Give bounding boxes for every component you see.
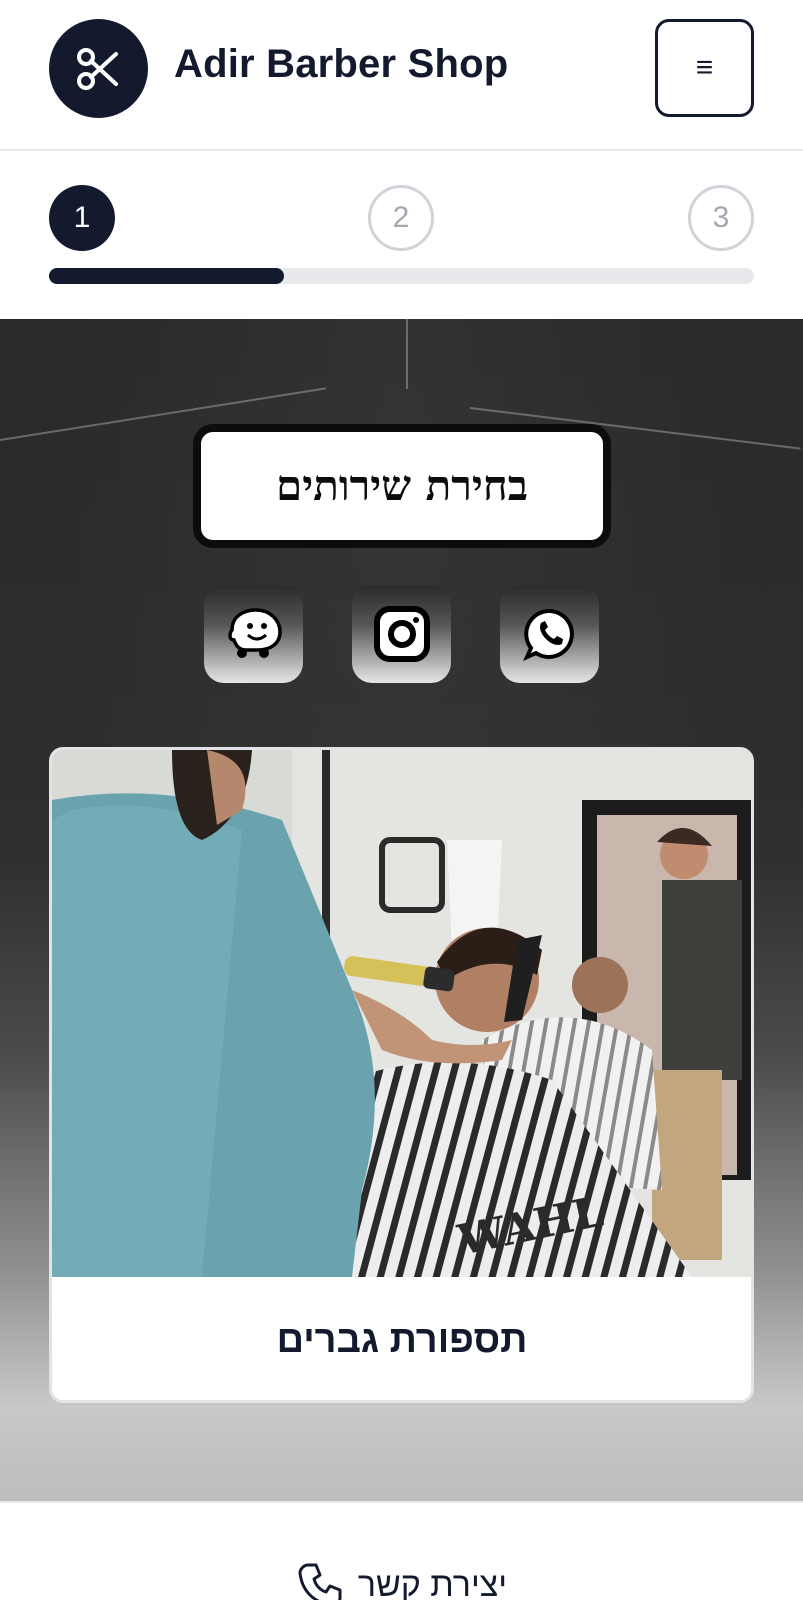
waze-icon	[227, 608, 282, 658]
logo[interactable]	[49, 19, 148, 118]
waze-button[interactable]	[204, 585, 303, 683]
progress-fill	[49, 268, 284, 284]
menu-button[interactable]: ≡	[655, 19, 754, 117]
service-label: תספורת גברים	[276, 1318, 528, 1361]
phone-icon	[298, 1563, 342, 1600]
service-photo: WAHL	[52, 750, 751, 1277]
contact-link[interactable]: יצירת קשר	[0, 1561, 803, 1600]
service-card[interactable]: WAHL תספורת גברים	[49, 747, 754, 1403]
progress-track	[49, 268, 754, 284]
footer: יצירת קשר	[0, 1501, 803, 1600]
instagram-icon	[373, 606, 430, 662]
background-texture	[406, 319, 408, 389]
section-title: בחירת שירותים	[193, 424, 611, 548]
whatsapp-icon	[522, 608, 574, 661]
instagram-button[interactable]	[352, 585, 451, 683]
services-hero: בחירת שירותים WAHL תספורת גברים	[0, 319, 803, 1501]
progress-stepper: 1 2 3	[0, 153, 803, 319]
whatsapp-button[interactable]	[500, 585, 599, 683]
brand-name: Adir Barber Shop	[174, 42, 509, 86]
step-2[interactable]: 2	[368, 185, 434, 251]
contact-label: יצירת קשר	[357, 1565, 508, 1600]
hamburger-menu-icon: ≡	[695, 51, 714, 84]
scissors-icon	[76, 47, 118, 90]
step-1[interactable]: 1	[49, 185, 115, 251]
top-header: Adir Barber Shop ≡	[0, 0, 803, 151]
step-3[interactable]: 3	[688, 185, 754, 251]
barber-haircut-photo: WAHL	[52, 750, 751, 1277]
